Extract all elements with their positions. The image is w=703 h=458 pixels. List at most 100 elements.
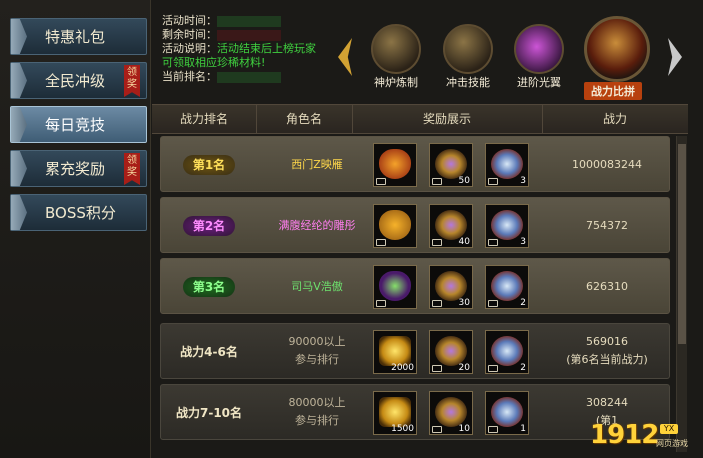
item-count: 1500 [391,424,414,434]
prev-arrow-icon[interactable] [338,38,352,76]
item-count: 2000 [391,363,414,373]
reward-slot[interactable]: 3 [485,204,529,248]
next-arrow-icon[interactable] [668,38,682,76]
time-value-hidden [217,15,281,27]
egg-icon [379,271,411,301]
tab-furnace[interactable]: 神炉炼制 [367,16,425,90]
reward-slot[interactable]: 10 [429,391,473,435]
claim-badge: 领奖 [124,153,140,185]
reward-slot[interactable] [373,265,417,309]
power-value: 754372 [586,219,628,232]
lock-icon [432,300,442,307]
lock-icon [376,178,386,185]
item-count: 40 [458,237,470,247]
nav-item-recharge-reward[interactable]: 累充奖励 领奖 [10,150,147,187]
reward-slot[interactable]: 2 [485,265,529,309]
desc-line2: 可领取相应珍稀材料! [162,56,266,69]
lock-icon [432,365,442,372]
reward-slot[interactable]: 40 [429,204,473,248]
remain-label: 剩余时间： [162,28,217,41]
amulet-icon [435,271,467,301]
lock-icon [488,426,498,433]
wings-icon [514,24,564,74]
lock-icon [432,178,442,185]
power-note: (第6名当前战力) [566,353,648,366]
nav-item-level-race[interactable]: 全民冲级 领奖 [10,62,147,99]
col-name: 角色名 [256,105,353,133]
player-name: 司马V浩傲 [291,280,343,293]
mask-icon [491,397,523,427]
reward-slot[interactable] [373,204,417,248]
tab-skill[interactable]: 冲击技能 [439,16,497,90]
item-count: 1 [520,424,526,434]
col-rank: 战力排名 [152,105,257,133]
scrollbar[interactable] [676,136,687,452]
lock-icon [488,239,498,246]
reward-slot[interactable]: 1500 [373,391,417,435]
item-count: 3 [520,176,526,186]
reward-slot[interactable]: 2000 [373,330,417,374]
player-name: 满腹经纶的雕彤 [278,219,356,232]
reward-slot[interactable]: 3 [485,143,529,187]
amulet-icon [435,210,467,240]
gold-ingot-icon [379,397,411,427]
item-count: 10 [458,424,470,434]
nav-item-daily-arena[interactable]: 每日竞技 [10,106,147,143]
power-value: 308244 [586,396,628,409]
rank-range: 战力7-10名 [175,406,243,420]
egg-icon [379,210,411,240]
rank-value-hidden [217,71,281,83]
col-power: 战力 [602,112,627,126]
table-row: 第1名 西门Z映雁 50 3 1000083244 [160,136,670,192]
nav-label: BOSS积分 [45,204,116,222]
power-threshold: 90000以上 [288,335,346,348]
mask-icon [491,336,523,366]
col-rewards: 奖励展示 [352,105,543,133]
nav-label: 累充奖励 [45,160,106,178]
scrollbar-thumb[interactable] [678,144,686,344]
reward-slot[interactable]: 1 [485,391,529,435]
remain-value-hidden [217,29,281,41]
table-row: 第3名 司马V浩傲 30 2 626310 [160,258,670,314]
side-nav: 特惠礼包 全民冲级 领奖 每日竞技 累充奖励 领奖 BOSS积分 [0,0,151,458]
lock-icon [376,239,386,246]
time-label: 活动时间： [162,14,217,27]
reward-slot[interactable] [373,143,417,187]
tab-wings[interactable]: 进阶光翼 [510,16,568,90]
tab-power-contest[interactable]: 战力比拼 [584,16,650,100]
rank-badge: 第1名 [182,155,236,175]
table-row: 第2名 满腹经纶的雕彤 40 3 754372 [160,197,670,253]
reward-slot[interactable]: 2 [485,330,529,374]
nav-label: 每日竞技 [45,116,106,134]
rank-range: 战力4-6名 [180,345,238,359]
item-count: 2 [520,363,526,373]
tab-label: 神炉炼制 [374,76,418,89]
rank-badge: 第2名 [182,216,236,236]
rank-label: 当前排名： [162,70,217,83]
nav-item-gift-pack[interactable]: 特惠礼包 [10,18,147,55]
table-header: 战力排名 角色名 奖励展示 战力 [152,104,688,134]
nav-item-boss-points[interactable]: BOSS积分 [10,194,147,231]
tab-label: 冲击技能 [446,76,490,89]
logo-badge: YX [660,424,678,434]
activity-info: 活动时间： 剩余时间： 活动说明：活动结束后上榜玩家 可领取相应珍稀材料! 当前… [162,14,316,84]
mask-icon [491,149,523,179]
reward-slot[interactable]: 50 [429,143,473,187]
reward-slot[interactable]: 30 [429,265,473,309]
item-count: 50 [458,176,470,186]
sword-icon [443,24,493,74]
desc-line1: 活动结束后上榜玩家 [217,42,316,55]
item-count: 3 [520,237,526,247]
rank-badge: 第3名 [182,277,236,297]
item-count: 2 [520,298,526,308]
reward-slot[interactable]: 20 [429,330,473,374]
claim-badge: 领奖 [124,65,140,97]
site-logo: 1912 YX 网页游戏 [590,420,700,456]
tab-label: 进阶光翼 [517,76,561,89]
gold-ingot-icon [379,336,411,366]
mask-icon [491,210,523,240]
amulet-icon [435,397,467,427]
nav-label: 特惠礼包 [45,28,106,46]
lock-icon [488,365,498,372]
lock-icon [488,300,498,307]
